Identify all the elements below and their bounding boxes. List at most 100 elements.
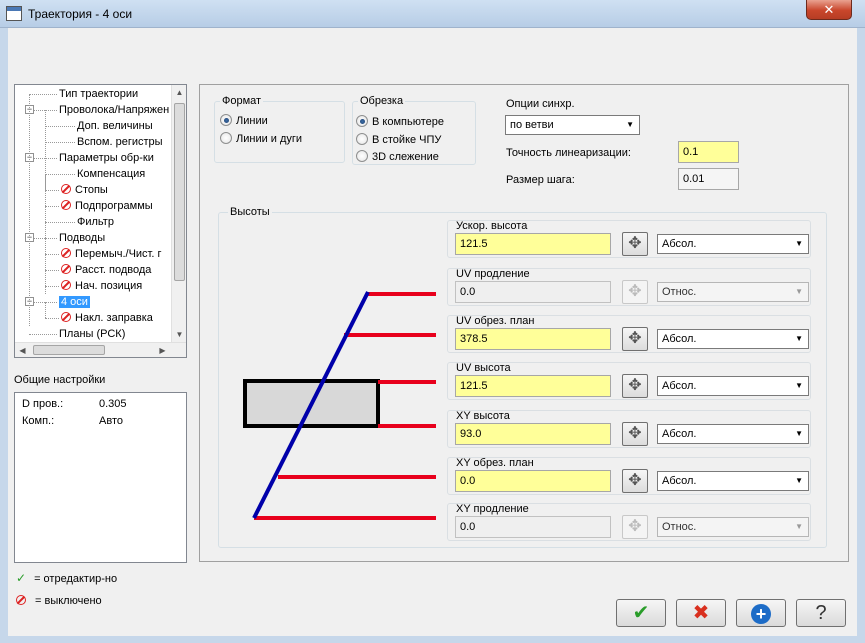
general-settings-box: D пров.: 0.305 Комп.: Авто bbox=[14, 392, 187, 563]
tree-item-label: Фильтр bbox=[77, 216, 114, 228]
height-value-input[interactable]: 0.0 bbox=[455, 470, 611, 492]
tree-item-label: Стопы bbox=[75, 184, 108, 196]
tree-connector bbox=[45, 238, 46, 278]
accuracy-input[interactable]: 0.1 bbox=[678, 141, 739, 163]
tree-connector bbox=[45, 270, 59, 271]
check-icon: ✓ bbox=[16, 571, 27, 585]
height-row-label: XY высота bbox=[456, 410, 510, 422]
general-value: Авто bbox=[99, 415, 123, 427]
window-frame-bottom bbox=[0, 636, 865, 643]
height-row-label: UV продление bbox=[456, 268, 530, 280]
help-button[interactable]: ? bbox=[796, 599, 846, 627]
height-mode-select[interactable]: Относ. ▼ bbox=[657, 282, 809, 302]
tree-item[interactable]: Тип траектории bbox=[59, 86, 138, 102]
move-icon[interactable]: ✥ bbox=[622, 232, 648, 256]
window-frame-left bbox=[0, 28, 8, 643]
tree-item[interactable]: Параметры обр-ки bbox=[59, 150, 154, 166]
window-icon bbox=[6, 6, 22, 21]
tree-item-label: Подводы bbox=[59, 232, 106, 244]
move-icon[interactable]: ✥ bbox=[622, 469, 648, 493]
sync-select[interactable]: по ветви ▼ bbox=[505, 115, 640, 135]
height-mode-select[interactable]: Относ. ▼ bbox=[657, 517, 809, 537]
height-value-input[interactable]: 378.5 bbox=[455, 328, 611, 350]
close-button[interactable]: ✕ bbox=[806, 0, 852, 20]
scroll-up-icon[interactable]: ▲ bbox=[172, 85, 186, 100]
plus-icon: + bbox=[751, 603, 771, 624]
height-mode-select[interactable]: Абсол. ▼ bbox=[657, 329, 809, 349]
format-group-title: Формат bbox=[220, 95, 264, 107]
trim-option-3d[interactable]: 3D слежение bbox=[356, 150, 439, 164]
title-bar: Траектория - 4 оси ✕ bbox=[0, 0, 865, 28]
height-row-label: XY обрез. план bbox=[456, 457, 534, 469]
height-value-input[interactable]: 121.5 bbox=[455, 375, 611, 397]
tree-connector bbox=[45, 222, 75, 223]
tree-item[interactable]: Нач. позиция bbox=[61, 278, 142, 294]
tree-item[interactable]: Расст. подвода bbox=[61, 262, 151, 278]
accuracy-label: Точность линеаризации: bbox=[506, 147, 631, 159]
tree-item-label: Планы (РСК) bbox=[59, 328, 126, 340]
radio-icon[interactable] bbox=[356, 133, 368, 145]
window-title: Траектория - 4 оси bbox=[28, 7, 133, 21]
tree-item[interactable]: Подводы bbox=[59, 230, 105, 246]
tree-item[interactable]: Доп. величины bbox=[77, 118, 153, 134]
scroll-thumb-horizontal[interactable] bbox=[33, 345, 105, 355]
move-icon[interactable]: ✥ bbox=[622, 374, 648, 398]
tree-horizontal-scrollbar[interactable]: ◀ ▶ bbox=[15, 342, 186, 357]
height-value-input[interactable]: 93.0 bbox=[455, 423, 611, 445]
height-mode-select[interactable]: Абсол. ▼ bbox=[657, 471, 809, 491]
height-row-label: UV обрез. план bbox=[456, 315, 535, 327]
disabled-icon bbox=[61, 200, 71, 210]
move-icon[interactable]: ✥ bbox=[622, 422, 648, 446]
radio-icon[interactable] bbox=[220, 114, 232, 126]
radio-icon[interactable] bbox=[220, 132, 232, 144]
trim-option-computer[interactable]: В компьютере bbox=[356, 115, 444, 129]
trim-group-title: Обрезка bbox=[358, 95, 406, 107]
tree-connector bbox=[29, 94, 30, 326]
height-mode-select[interactable]: Абсол. ▼ bbox=[657, 424, 809, 444]
chevron-down-icon: ▼ bbox=[795, 239, 803, 248]
scroll-down-icon[interactable]: ▼ bbox=[172, 327, 186, 342]
tree-item[interactable]: Планы (РСК) bbox=[59, 326, 125, 342]
tree-item[interactable]: Накл. заправка bbox=[61, 310, 153, 326]
legend-disabled: = выключено bbox=[16, 595, 102, 607]
height-value-input[interactable]: 0.0 bbox=[455, 516, 611, 538]
move-icon[interactable]: ✥ bbox=[622, 327, 648, 351]
trim-option-cnc[interactable]: В стойке ЧПУ bbox=[356, 133, 441, 147]
disabled-icon bbox=[61, 264, 71, 274]
move-icon[interactable]: ✥ bbox=[622, 515, 648, 539]
height-value-input[interactable]: 0.0 bbox=[455, 281, 611, 303]
height-mode-select[interactable]: Абсол. ▼ bbox=[657, 234, 809, 254]
scroll-left-icon[interactable]: ◀ bbox=[15, 343, 30, 357]
disabled-icon bbox=[61, 312, 71, 322]
tree-item[interactable]: Вспом. регистры bbox=[77, 134, 163, 150]
tree-vertical-scrollbar[interactable]: ▲ ▼ bbox=[171, 85, 186, 342]
format-option-lines-arcs[interactable]: Линии и дуги bbox=[220, 132, 302, 146]
tree-item[interactable]: Фильтр bbox=[77, 214, 114, 230]
chevron-down-icon: ▼ bbox=[795, 522, 803, 531]
move-icon[interactable]: ✥ bbox=[622, 280, 648, 304]
ok-button[interactable]: ✔ bbox=[616, 599, 666, 627]
height-mode-select[interactable]: Абсол. ▼ bbox=[657, 376, 809, 396]
tree-item[interactable]: 4 оси bbox=[59, 294, 90, 310]
tree-item[interactable]: Перемыч./Чист. г bbox=[61, 246, 162, 262]
tree-item[interactable]: Стопы bbox=[61, 182, 108, 198]
step-input[interactable]: 0.01 bbox=[678, 168, 739, 190]
radio-icon[interactable] bbox=[356, 150, 368, 162]
tree-item[interactable]: Компенсация bbox=[77, 166, 145, 182]
scroll-right-icon[interactable]: ▶ bbox=[155, 343, 170, 357]
tree-connector bbox=[45, 126, 75, 127]
height-value-input[interactable]: 121.5 bbox=[455, 233, 611, 255]
radio-icon[interactable] bbox=[356, 115, 368, 127]
general-key: D пров.: bbox=[22, 398, 64, 410]
tree-item-label: Параметры обр-ки bbox=[59, 152, 154, 164]
format-option-lines[interactable]: Линии bbox=[220, 114, 268, 128]
cancel-button[interactable]: ✖ bbox=[676, 599, 726, 627]
tree-item-label: Доп. величины bbox=[77, 120, 153, 132]
main-panel: Формат Линии Линии и дуги Обрезка В комп… bbox=[199, 84, 849, 562]
disabled-icon bbox=[61, 184, 71, 194]
settings-tree[interactable]: − − − − Тип траектории Проволока/Напряжен Доп… bbox=[14, 84, 187, 358]
add-button[interactable]: + bbox=[736, 599, 786, 627]
tree-item[interactable]: Проволока/Напряжен bbox=[59, 102, 169, 118]
scroll-thumb[interactable] bbox=[174, 103, 185, 281]
tree-item[interactable]: Подпрограммы bbox=[61, 198, 153, 214]
